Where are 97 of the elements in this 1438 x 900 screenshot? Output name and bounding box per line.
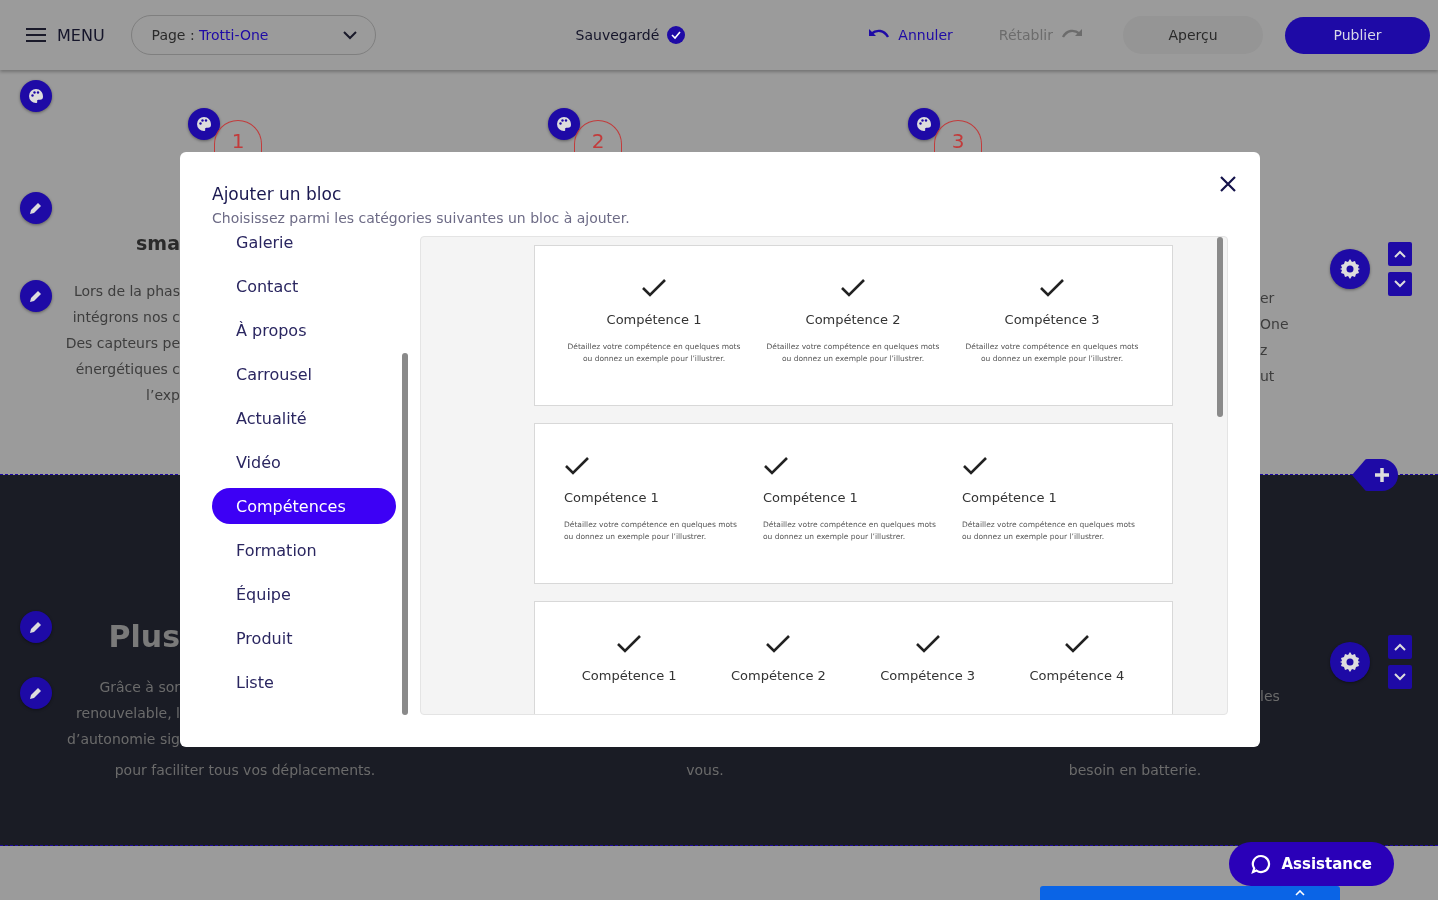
- check-icon: [641, 278, 667, 298]
- chevron-up-icon: [1295, 890, 1305, 896]
- plus-icon: [1375, 468, 1389, 482]
- category-item[interactable]: Vidéo: [212, 444, 397, 480]
- skill-title: Compétence 1: [564, 490, 659, 505]
- skill-title: Compétence 3: [880, 668, 976, 683]
- category-item[interactable]: Formation: [212, 532, 397, 568]
- dialog-title: Ajouter un bloc: [212, 184, 343, 204]
- category-item[interactable]: Carrousel: [212, 356, 397, 392]
- body-text: l’exp: [145, 386, 180, 405]
- palette-icon: [556, 116, 572, 132]
- edit-button[interactable]: [20, 192, 52, 224]
- block-preview-card[interactable]: [533, 423, 1173, 584]
- undo-button[interactable]: Annuler: [862, 26, 959, 44]
- palette-icon: [28, 88, 44, 104]
- body-text: z: [1260, 341, 1269, 360]
- check-icon: [962, 456, 988, 476]
- skill-title: Compétence 2: [805, 312, 901, 327]
- chevron-up-icon: [1394, 643, 1406, 651]
- dialog-subtitle: Choisissez parmi les catégories suivantes un bloc à ajouter.: [212, 210, 631, 226]
- pencil-icon: [29, 201, 43, 215]
- move-down-button[interactable]: [1388, 665, 1412, 689]
- skill-title: Compétence 2: [730, 668, 826, 683]
- body-text: les: [1260, 687, 1281, 706]
- palette-icon: [916, 116, 932, 132]
- skill-title: Compétence 1: [581, 668, 677, 683]
- skill-title: Compétence 1: [962, 490, 1057, 505]
- category-item[interactable]: À propos: [212, 312, 397, 348]
- menu-icon: [26, 28, 46, 42]
- settings-button[interactable]: [1330, 249, 1370, 289]
- menu-button[interactable]: MENU: [26, 25, 105, 45]
- check-icon: [763, 456, 789, 476]
- body-text: er: [1260, 289, 1276, 308]
- body-text: énergétiques c: [74, 360, 180, 379]
- save-status: Sauvegardé: [575, 27, 660, 43]
- body-text: Grâce à sor: [98, 678, 180, 697]
- body-text: Lors de la phas: [72, 282, 180, 301]
- body-text: Des capteurs pe: [65, 334, 180, 353]
- pencil-icon: [29, 686, 43, 700]
- chevron-down-icon: [1394, 673, 1406, 681]
- skill-title: Compétence 4: [1029, 668, 1125, 683]
- block-preview-card[interactable]: [533, 245, 1173, 406]
- palette-button[interactable]: [20, 80, 52, 112]
- category-item[interactable]: Contact: [212, 268, 397, 304]
- assistance-button[interactable]: Assistance: [1229, 842, 1394, 886]
- body-text: vous.: [685, 761, 725, 780]
- edit-button[interactable]: [20, 677, 52, 709]
- category-item[interactable]: Produit: [212, 620, 397, 656]
- category-item[interactable]: Équipe: [212, 576, 397, 612]
- category-item[interactable]: Liste: [212, 664, 397, 700]
- close-icon: [1220, 176, 1236, 192]
- category-item[interactable]: Compétences: [212, 488, 397, 524]
- check-icon: [564, 456, 590, 476]
- pencil-icon: [29, 289, 43, 303]
- section-heading: Plus: [108, 619, 180, 654]
- check-circle-icon: [667, 26, 686, 44]
- pencil-icon: [29, 620, 43, 634]
- palette-icon: [196, 116, 212, 132]
- section-heading: sma: [136, 232, 180, 254]
- move-down-button[interactable]: [1388, 272, 1412, 296]
- move-up-button[interactable]: [1388, 635, 1412, 659]
- body-text: renouvelable, l: [75, 704, 180, 723]
- edit-button[interactable]: [20, 611, 52, 643]
- chevron-down-icon: [1394, 280, 1406, 288]
- preview-button[interactable]: Aperçu: [1123, 16, 1263, 54]
- chevron-up-icon: [1394, 250, 1406, 258]
- add-block-marker[interactable]: [1352, 459, 1398, 491]
- settings-icon: [1340, 259, 1360, 279]
- body-text: d’autonomie sig: [67, 730, 180, 749]
- move-up-button[interactable]: [1388, 242, 1412, 266]
- body-text: intégrons nos c: [71, 308, 180, 327]
- check-icon: [914, 634, 941, 654]
- palette-button[interactable]: [908, 108, 940, 140]
- skill-title: Compétence 3: [1004, 312, 1100, 327]
- chevron-down-icon: [342, 30, 357, 40]
- check-icon: [840, 278, 866, 298]
- check-icon: [616, 634, 643, 654]
- scrollbar-thumb[interactable]: [402, 353, 408, 715]
- body-text: One: [1260, 315, 1290, 334]
- chat-bubble-icon: [1251, 854, 1272, 874]
- check-icon: [1039, 278, 1065, 298]
- skill-title: Compétence 1: [606, 312, 702, 327]
- settings-icon: [1340, 652, 1360, 672]
- body-text: ut: [1260, 367, 1276, 386]
- block-preview-card[interactable]: Compétence 1 Compétence 2 Compétence 3 Compétence 4: [533, 601, 1173, 714]
- category-item[interactable]: Actualité: [212, 400, 397, 436]
- body-text: pour faciliter tous vos déplacements.: [113, 761, 377, 780]
- palette-button[interactable]: [548, 108, 580, 140]
- check-icon: [765, 634, 792, 654]
- publish-button[interactable]: Publier: [1285, 16, 1430, 54]
- settings-button[interactable]: [1330, 642, 1370, 682]
- scrollbar-thumb[interactable]: [1217, 237, 1223, 417]
- body-text: besoin en batterie.: [1067, 761, 1203, 780]
- check-icon: [1063, 634, 1090, 654]
- palette-button[interactable]: [188, 108, 220, 140]
- skill-title: Compétence 1: [763, 490, 858, 505]
- edit-button[interactable]: [20, 280, 52, 312]
